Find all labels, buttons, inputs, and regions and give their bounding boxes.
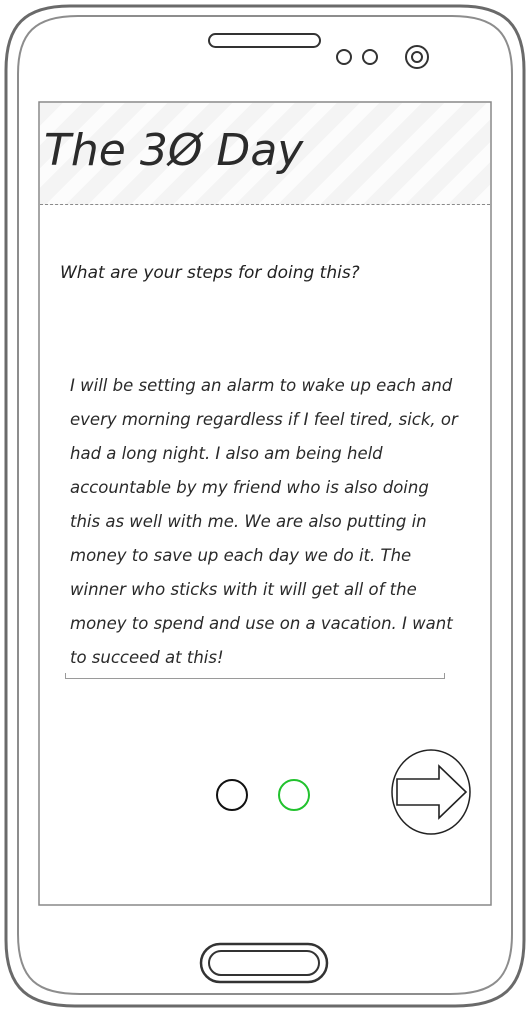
page-indicator-dot-2-active	[278, 779, 310, 811]
speaker-grille	[208, 33, 321, 48]
sensor-left	[336, 49, 352, 65]
page-indicator-dot-1	[216, 779, 248, 811]
next-button[interactable]	[391, 749, 471, 835]
answer-textarea[interactable]: I will be setting an alarm to wake up ea…	[65, 365, 458, 679]
sensor-right	[362, 49, 378, 65]
title-bar: The 3Ø Day	[40, 103, 490, 205]
app-title: The 3Ø Day	[44, 125, 304, 176]
answer-text: I will be setting an alarm to wake up ea…	[70, 376, 458, 667]
app-screen: The 3Ø Day What are your steps for doing…	[40, 103, 490, 904]
question-label: What are your steps for doing this?	[60, 263, 360, 283]
